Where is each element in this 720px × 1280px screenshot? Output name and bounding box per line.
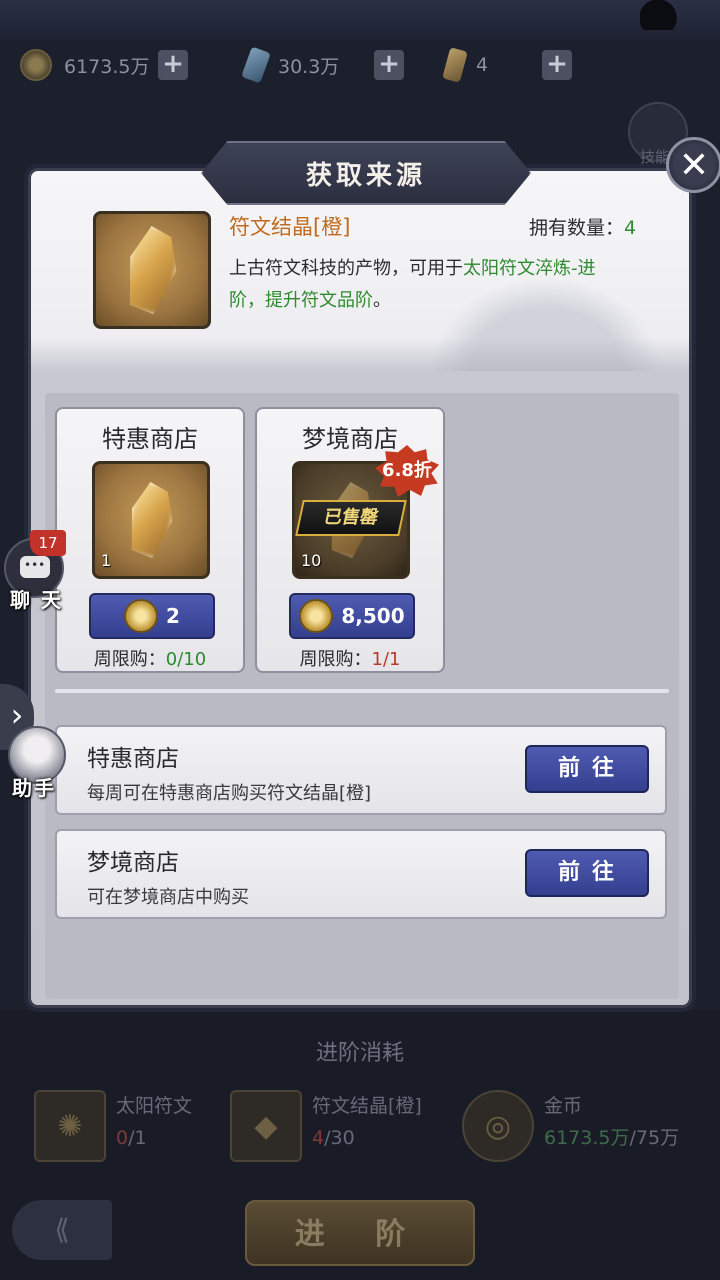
cost-name: 太阳符文 [116, 1095, 193, 1117]
source-modal: 获取来源 ✕ 符文结晶[橙] 拥有数量：4 上古符文科技的产物，可用于太阳符文淬… [28, 137, 720, 1008]
cost-item-rune-crystal[interactable]: ◆ 符文结晶[橙] 4/30 [230, 1090, 422, 1162]
cost-need: /75万 [629, 1127, 680, 1149]
chat-bubble-icon [20, 556, 50, 578]
price: 2 [166, 604, 180, 628]
cost-need: /30 [324, 1127, 355, 1149]
shop-title: 梦境商店 [302, 425, 398, 453]
owned-value: 4 [624, 217, 637, 239]
source-name: 梦境商店 [87, 850, 179, 876]
crystal-amount: 30.3万 [278, 55, 340, 78]
gold-coin-icon [20, 49, 52, 81]
purchase-limit: 周限购：0/10 [57, 645, 243, 671]
owned-count: 拥有数量：4 [529, 213, 636, 240]
source-desc: 可在梦境商店中购买 [87, 887, 249, 908]
helper-label: 助手 [12, 776, 56, 800]
resource-crystal: 30.3万 + [241, 46, 404, 84]
shop-card-dream[interactable]: 梦境商店 已售罄 10 6.8折 8,500 周限购：1/1 [255, 407, 445, 673]
top-banner [0, 0, 720, 40]
sun-rune-icon: ✺ [34, 1090, 106, 1162]
item-name: 符文结晶[橙] [229, 215, 351, 239]
sold-out-tag: 已售罄 [295, 500, 407, 536]
source-row-special: 特惠商店 每周可在特惠商店购买符文结晶[橙] 前往 [55, 725, 667, 815]
shop-item-thumb[interactable]: 1 [92, 461, 210, 579]
shops-area: 特惠商店 1 2 周限购：0/10 梦境商店 已售罄 10 6.8折 8,500… [45, 393, 679, 999]
price: 8,500 [341, 604, 405, 628]
cost-name: 金币 [544, 1095, 583, 1117]
source-name: 特惠商店 [87, 746, 179, 772]
gold-coin-icon: ◎ [462, 1090, 534, 1162]
cost-name: 符文结晶[橙] [312, 1095, 422, 1117]
modal-title: 获取来源 [305, 160, 426, 191]
cost-have: 0 [116, 1127, 129, 1149]
cost-have: 6173.5万 [544, 1127, 630, 1149]
rune-crystal-icon: ◆ [230, 1090, 302, 1162]
cost-have: 4 [312, 1127, 325, 1149]
desc-suffix: 。 [373, 290, 391, 311]
blue-crystal-icon [241, 46, 271, 84]
coin-icon [299, 599, 334, 633]
gold-amount: 6173.5万 [64, 55, 150, 78]
limit-label: 周限购： [93, 649, 166, 670]
purchase-limit: 周限购：1/1 [257, 645, 443, 671]
advance-button[interactable]: 进 阶 [245, 1200, 475, 1266]
rune-crystal-icon [120, 223, 185, 317]
item-icon [93, 211, 211, 329]
resource-rune: 4 + [442, 47, 572, 83]
modal-header: 获取来源 [201, 141, 531, 205]
owned-label: 拥有数量： [529, 217, 625, 239]
divider [55, 689, 669, 693]
chat-unread-badge: 17 [30, 530, 66, 556]
goto-special-shop-button[interactable]: 前往 [525, 745, 649, 793]
limit-value: 0/10 [165, 649, 207, 670]
cost-item-sun-rune[interactable]: ✺ 太阳符文 0/1 [34, 1090, 192, 1162]
chat-label: 聊 天 [10, 588, 63, 612]
item-quantity: 1 [101, 551, 112, 570]
goto-dream-shop-button[interactable]: 前往 [525, 849, 649, 897]
limit-label: 周限购： [299, 649, 372, 670]
add-rune-button[interactable]: + [542, 50, 572, 80]
desc-prefix: 上古符文科技的产物，可用于 [229, 258, 463, 279]
back-button[interactable]: ⟪ [12, 1200, 112, 1260]
rune-amount: 4 [476, 54, 489, 76]
add-gold-button[interactable]: + [158, 50, 188, 80]
item-description: 上古符文科技的产物，可用于太阳符文淬炼-进阶，提升符文品阶。 [229, 253, 629, 317]
buy-button[interactable]: 2 [89, 593, 215, 639]
source-desc: 每周可在特惠商店购买符文结晶[橙] [87, 783, 372, 804]
resource-gold: 6173.5万 + [20, 48, 188, 82]
close-button[interactable]: ✕ [666, 137, 720, 193]
advance-cost-title: 进阶消耗 [315, 1041, 404, 1066]
shop-title: 特惠商店 [102, 425, 198, 453]
rune-crystal-icon [442, 47, 468, 83]
source-row-dream: 梦境商店 可在梦境商店中购买 前往 [55, 829, 667, 919]
resource-bar: 6173.5万 + 30.3万 + 4 + [0, 42, 720, 90]
cost-item-gold[interactable]: ◎ 金币 6173.5万/75万 [462, 1090, 679, 1162]
rune-crystal-icon [123, 479, 179, 560]
cost-need: /1 [128, 1127, 147, 1149]
buy-button[interactable]: 8,500 [289, 593, 415, 639]
close-icon: ✕ [678, 144, 710, 186]
coin-icon [124, 599, 159, 633]
add-crystal-button[interactable]: + [374, 50, 404, 80]
limit-value: 1/1 [371, 649, 401, 670]
shop-card-special[interactable]: 特惠商店 1 2 周限购：0/10 [55, 407, 245, 673]
item-quantity: 10 [301, 551, 322, 570]
